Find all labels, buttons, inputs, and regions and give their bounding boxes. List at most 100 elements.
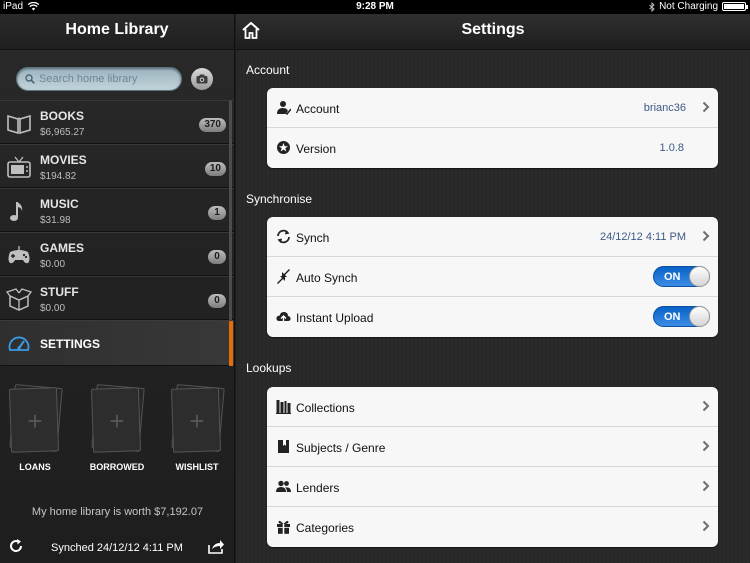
music-note-icon (10, 202, 23, 221)
instant-upload-toggle[interactable]: ON (653, 306, 710, 327)
category-name: MOVIES (40, 153, 87, 167)
sidebar-item-settings[interactable]: SETTINGS (0, 320, 234, 366)
section-title-account: Account (246, 63, 290, 77)
category-count-badge: 0 (208, 250, 226, 264)
row-instant-upload: Instant Upload ON (267, 297, 718, 337)
toggle-knob (689, 266, 710, 287)
category-count-badge: 10 (204, 162, 226, 176)
row-label: Subjects / Genre (296, 441, 386, 455)
toggle-knob (689, 306, 710, 327)
shelf-card: + (170, 384, 225, 454)
shelf-label: BORROWED (89, 462, 145, 472)
row-label: Auto Synch (296, 271, 358, 285)
bluetooth-icon (649, 1, 655, 12)
row-categories[interactable]: Categories (267, 507, 718, 547)
shelf-card: + (8, 384, 63, 454)
shelf-card: + (90, 384, 145, 454)
search-row (0, 50, 234, 100)
auto-synch-toggle[interactable]: ON (653, 266, 710, 287)
row-label: Synch (296, 231, 330, 245)
sidebar-scrollbar[interactable] (229, 100, 232, 330)
shelf-label: LOANS (19, 462, 51, 472)
active-indicator (229, 321, 233, 366)
search-field[interactable] (16, 67, 182, 91)
row-subjects-genre[interactable]: Subjects / Genre (267, 427, 718, 467)
search-input[interactable] (39, 73, 169, 85)
refresh-icon[interactable] (8, 538, 24, 554)
sidebar-title: Home Library (0, 14, 234, 50)
shelf-wishlist[interactable]: + WISHLIST (170, 384, 225, 472)
chevron-right-icon (702, 440, 710, 452)
shelf-borrowed[interactable]: + BORROWED (88, 384, 146, 472)
library-worth: My home library is worth $7,192.07 (31, 506, 204, 518)
category-name: GAMES (40, 241, 85, 255)
row-synch[interactable]: Synch 24/12/12 4:11 PM (267, 217, 718, 257)
row-account[interactable]: Account brianc36 (267, 88, 718, 128)
group-lookups: Collections Subjects / Genre Lenders Cat… (267, 387, 718, 547)
chevron-right-icon (702, 101, 710, 113)
category-name: MUSIC (40, 197, 79, 211)
share-icon[interactable] (207, 539, 225, 554)
row-value: brianc36 (643, 102, 686, 114)
category-count-badge: 370 (199, 118, 226, 132)
category-name: STUFF (40, 285, 79, 299)
category-count-badge: 0 (208, 294, 226, 308)
row-version: Version 1.0.8 (267, 128, 718, 168)
section-title-synchronise: Synchronise (246, 192, 313, 206)
category-stuff[interactable]: STUFF $0.00 0 (0, 276, 234, 320)
book-icon (7, 114, 31, 135)
row-label: Account (296, 102, 340, 116)
row-label: Lenders (296, 481, 340, 495)
sync-status: Synched 24/12/12 4:11 PM (51, 542, 183, 554)
tv-icon (7, 156, 31, 178)
chevron-right-icon (702, 520, 710, 532)
chevron-right-icon (702, 480, 710, 492)
category-amount: $0.00 (40, 259, 66, 270)
clock: 9:28 PM (356, 1, 394, 12)
user-icon (277, 101, 291, 115)
speedometer-icon (8, 336, 30, 351)
bookmark-book-icon (278, 440, 289, 453)
toggle-state: ON (664, 271, 681, 283)
camera-scan-button[interactable] (191, 68, 213, 90)
group-synchronise: Synch 24/12/12 4:11 PM Auto Synch ON Ins… (267, 217, 718, 337)
row-value: 24/12/12 4:11 PM (599, 231, 686, 243)
row-auto-synch: Auto Synch ON (267, 257, 718, 297)
row-collections[interactable]: Collections (267, 387, 718, 427)
star-badge-icon (277, 141, 290, 154)
settings-panel: Settings Account Account brianc36 Versio… (236, 14, 750, 563)
shelves: + LOANS + BORROWED + WISHLIST (0, 366, 235, 486)
row-lenders[interactable]: Lenders (267, 467, 718, 507)
row-label: Instant Upload (296, 311, 374, 325)
auto-sync-icon (277, 269, 290, 284)
status-right: Not Charging (649, 1, 748, 12)
sync-icon (277, 229, 290, 244)
collections-icon (276, 400, 291, 414)
gamepad-icon (8, 246, 30, 264)
section-title-lookups: Lookups (246, 361, 292, 375)
battery-icon (722, 2, 748, 11)
shelf-loans[interactable]: + LOANS (8, 384, 63, 472)
box-icon (6, 288, 32, 311)
row-value: 1.0.8 (659, 142, 684, 154)
category-music[interactable]: MUSIC $31.98 1 (0, 188, 234, 232)
plus-icon: + (189, 406, 205, 436)
row-label: Version (296, 142, 337, 156)
people-icon (276, 480, 291, 492)
chevron-right-icon (702, 230, 710, 242)
row-label: Collections (296, 401, 355, 415)
category-movies[interactable]: MOVIES $194.82 10 (0, 144, 234, 188)
main-header: Settings (236, 14, 750, 50)
category-games[interactable]: GAMES $0.00 0 (0, 232, 234, 276)
category-books[interactable]: BOOKS $6,965.27 370 (0, 100, 234, 144)
page-title: Settings (461, 21, 525, 38)
category-amount: $31.98 (40, 215, 71, 226)
status-bar: iPad 9:28 PM Not Charging (0, 0, 750, 14)
category-name: BOOKS (40, 109, 85, 123)
category-amount: $6,965.27 (40, 127, 85, 138)
row-label: Categories (296, 521, 355, 535)
camera-icon (196, 74, 208, 84)
category-amount: $0.00 (40, 303, 66, 314)
plus-icon: + (109, 406, 125, 436)
gift-icon (277, 520, 290, 534)
